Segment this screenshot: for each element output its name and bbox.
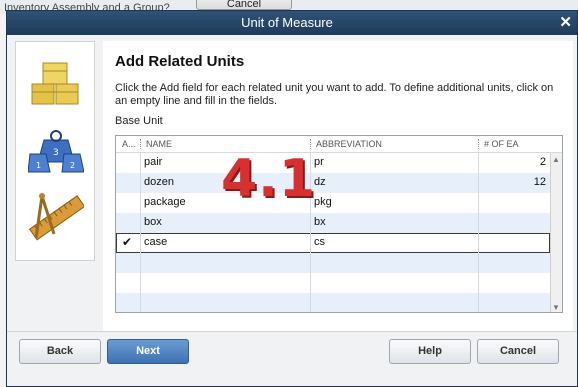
ruler-compass-icon	[28, 193, 84, 241]
content-panel: Add Related Units Click the Add field fo…	[103, 41, 573, 331]
next-button[interactable]: Next	[107, 339, 189, 364]
wizard-icon-panel: 3 1 2	[15, 41, 95, 261]
row-abbreviation[interactable]: pkg	[314, 196, 332, 208]
footer-divider	[7, 331, 577, 332]
scroll-down-icon[interactable]: ▼	[552, 303, 560, 312]
svg-text:3: 3	[53, 148, 59, 158]
row-name[interactable]: dozen	[144, 176, 174, 188]
row-name[interactable]: pair	[144, 156, 162, 168]
close-icon[interactable]: ✕	[559, 13, 572, 31]
table-header: A... NAME ABBREVIATION # OF EA	[116, 136, 562, 153]
row-count[interactable]: 12	[534, 176, 546, 188]
column-separator[interactable]	[310, 139, 312, 149]
title-bar: Unit of Measure ✕	[7, 11, 577, 35]
column-header-count[interactable]: # OF EA	[484, 139, 519, 149]
table-row[interactable]: box bx	[116, 213, 550, 233]
column-divider	[140, 153, 141, 312]
column-header-name[interactable]: NAME	[146, 139, 172, 149]
row-abbreviation[interactable]: bx	[314, 216, 326, 228]
row-count[interactable]: 2	[540, 156, 546, 168]
related-units-table[interactable]: A... NAME ABBREVIATION # OF EA pair pr 2…	[115, 135, 563, 313]
page-title: Add Related Units	[115, 53, 245, 70]
column-header-abbreviation[interactable]: ABBREVIATION	[316, 139, 382, 149]
cancel-button[interactable]: Cancel	[477, 339, 559, 364]
table-row-empty[interactable]	[116, 253, 550, 273]
table-row-selected[interactable]: ✔ case cs	[116, 233, 550, 253]
background-cancel-button[interactable]: Cancel	[196, 0, 292, 10]
instructions-text: Click the Add field for each related uni…	[115, 82, 554, 107]
back-button[interactable]: Back	[19, 339, 101, 364]
svg-text:2: 2	[70, 161, 75, 170]
column-separator[interactable]	[478, 139, 480, 149]
column-separator[interactable]	[140, 139, 142, 149]
table-row[interactable]: pair pr 2	[116, 153, 550, 173]
step-annotation: 4.1	[221, 149, 317, 209]
table-row[interactable]: dozen dz 12	[116, 173, 550, 193]
table-row-empty[interactable]	[116, 273, 550, 293]
svg-text:1: 1	[36, 161, 41, 170]
weights-icon: 3 1 2	[28, 130, 84, 173]
column-divider	[478, 153, 479, 312]
table-row[interactable]: package pkg	[116, 193, 550, 213]
row-selection-border	[116, 233, 550, 253]
column-header-add[interactable]: A...	[122, 139, 136, 149]
row-name[interactable]: box	[144, 216, 162, 228]
boxes-icon	[31, 62, 79, 105]
help-button[interactable]: Help	[389, 339, 471, 364]
vertical-scrollbar[interactable]: ▲ ▼	[550, 153, 562, 312]
scroll-up-icon[interactable]: ▲	[552, 155, 560, 164]
base-unit-label: Base Unit	[115, 115, 163, 127]
table-row-empty[interactable]	[116, 293, 550, 312]
dialog-title: Unit of Measure	[241, 15, 333, 30]
unit-of-measure-dialog: Unit of Measure ✕ 3 1 2 Add Related Unit…	[6, 10, 578, 387]
row-name[interactable]: package	[144, 196, 186, 208]
